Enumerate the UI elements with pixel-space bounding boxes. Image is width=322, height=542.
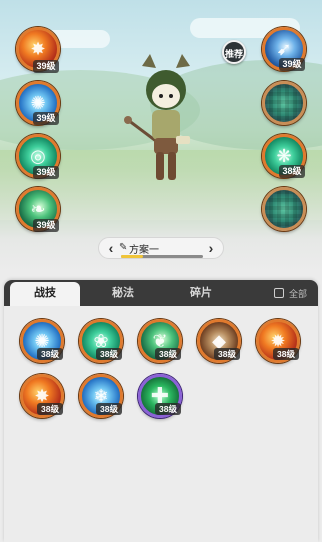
- skill-panel: 战技 秘法 碎片 全部 ✺ 38级 ❀ 38级 ❦ 38级 ◆ 38级 ✹ 38…: [4, 280, 318, 542]
- skill-slot-hidden[interactable]: [262, 187, 306, 231]
- skill-level-label: 38级: [155, 348, 181, 360]
- skill-level-label: 38级: [96, 403, 122, 415]
- tab-arcana[interactable]: 秘法: [88, 280, 158, 306]
- pixelated-icon: [265, 190, 303, 228]
- skill-level-label: 38级: [37, 403, 63, 415]
- skill-level-label: 39级: [279, 58, 305, 71]
- skill-level-label: 38级: [279, 165, 305, 178]
- plan-name: 方案一: [129, 245, 159, 256]
- skill-level-label: 39级: [33, 60, 59, 73]
- battle-scene: ✸ 39级 ✺ 39级 ◎ 39级 ❧ 39级 推荐 ➹ 39级 ❋ 38级 ‹…: [0, 0, 322, 272]
- plan-selector[interactable]: ‹ ✎ 方案一 ›: [98, 237, 224, 259]
- pencil-icon[interactable]: ✎: [119, 242, 127, 253]
- pixelated-icon: [265, 84, 303, 122]
- filter-all-label: 全部: [289, 289, 308, 299]
- skill-slot-hidden[interactable]: [262, 81, 306, 125]
- skill-level-label: 39级: [33, 166, 59, 179]
- chevron-right-icon[interactable]: ›: [201, 238, 221, 260]
- skill-level-label: 38级: [273, 348, 299, 360]
- skill-level-label: 39级: [33, 219, 59, 232]
- filter-all-checkbox[interactable]: [274, 288, 284, 298]
- character-sprite[interactable]: [120, 52, 210, 192]
- tab-bar: 战技 秘法 碎片 全部: [4, 280, 318, 306]
- plan-progress-fill: [121, 255, 144, 258]
- skill-level-label: 39级: [33, 112, 59, 125]
- skill-level-label: 38级: [96, 348, 122, 360]
- plan-progress-bar: [121, 255, 203, 258]
- skill-level-label: 38级: [155, 403, 181, 415]
- skill-level-label: 38级: [37, 348, 63, 360]
- tab-fragments[interactable]: 碎片: [166, 280, 236, 306]
- recommend-button[interactable]: 推荐: [222, 40, 246, 64]
- chevron-left-icon[interactable]: ‹: [101, 238, 121, 260]
- skill-level-label: 38级: [214, 348, 240, 360]
- tab-combat-skills[interactable]: 战技: [10, 282, 80, 306]
